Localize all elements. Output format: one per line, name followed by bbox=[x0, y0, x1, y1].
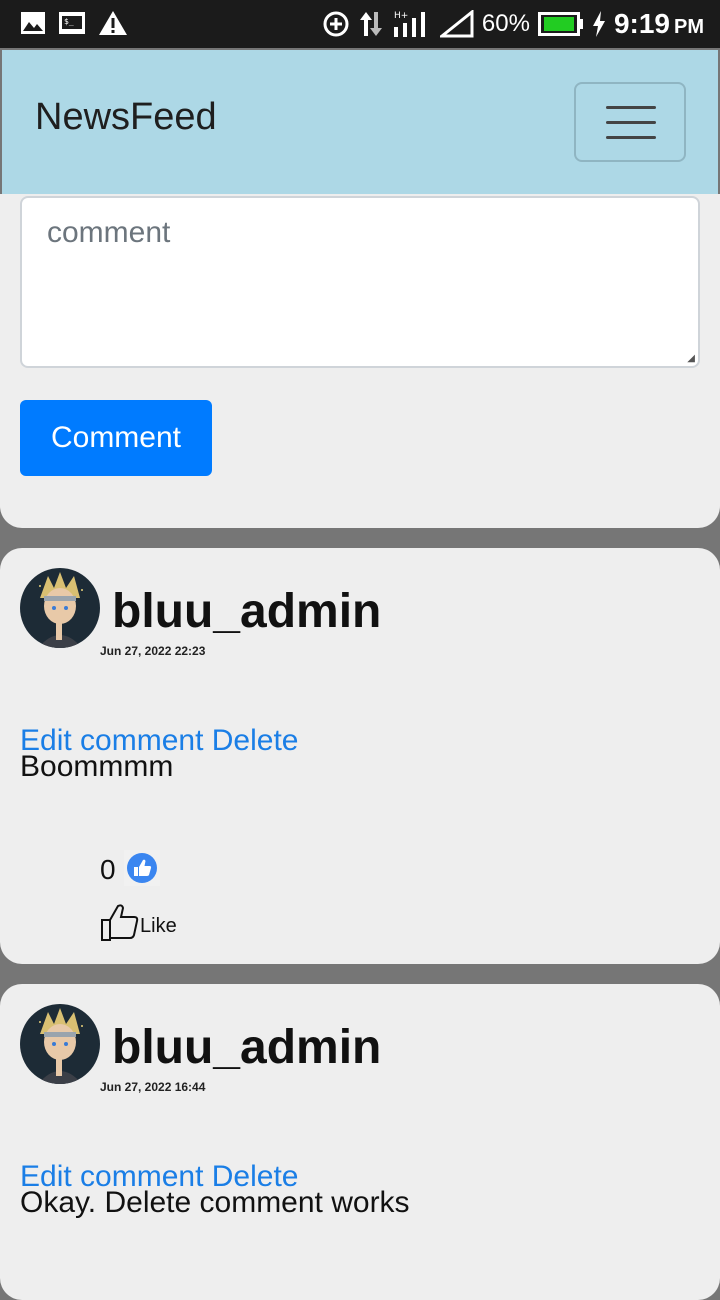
navbar-brand[interactable]: NewsFeed bbox=[35, 96, 217, 139]
like-button[interactable]: Like bbox=[100, 902, 177, 942]
status-bar: $_ H+ 60% 9:19 PM bbox=[0, 0, 720, 48]
comment-card: bluu_admin Jun 27, 2022 16:44 Edit comme… bbox=[0, 984, 720, 1300]
status-right: H+ 60% 9:19 PM bbox=[322, 0, 704, 48]
svg-text:H+: H+ bbox=[394, 11, 408, 21]
signal-bars-icon: H+ bbox=[393, 11, 425, 37]
clock: 9:19 PM bbox=[614, 8, 704, 40]
comment-textarea[interactable]: comment ◢ bbox=[20, 196, 700, 368]
thumbs-up-outline-icon bbox=[101, 904, 139, 941]
delete-comment-link[interactable]: Delete bbox=[212, 724, 299, 757]
signal-triangle-icon bbox=[439, 10, 474, 38]
charging-bolt-icon bbox=[592, 11, 605, 37]
like-label: Like bbox=[140, 915, 177, 937]
battery-percent: 60% bbox=[481, 10, 530, 37]
resize-grip-icon[interactable]: ◢ bbox=[687, 353, 695, 364]
svg-text:$_: $_ bbox=[64, 17, 74, 26]
avatar[interactable] bbox=[20, 1004, 100, 1084]
data-saver-icon bbox=[323, 11, 349, 37]
comment-date: Jun 27, 2022 16:44 bbox=[100, 1080, 206, 1094]
clock-time: 9:19 bbox=[613, 8, 670, 39]
comment-username[interactable]: bluu_admin bbox=[112, 584, 381, 639]
navbar: NewsFeed bbox=[2, 50, 718, 194]
clock-ampm: PM bbox=[674, 16, 704, 38]
terminal-icon: $_ bbox=[59, 12, 85, 34]
warning-icon bbox=[99, 11, 127, 35]
comment-placeholder: comment bbox=[47, 216, 171, 249]
comment-text: Boommmm bbox=[20, 750, 174, 783]
comment-submit-button[interactable]: Comment bbox=[20, 400, 212, 476]
data-transfer-icon bbox=[359, 12, 382, 36]
avatar[interactable] bbox=[20, 568, 100, 648]
comment-form-card: comment ◢ Comment bbox=[0, 194, 720, 528]
comment-username[interactable]: bluu_admin bbox=[112, 1020, 381, 1075]
comment-card: bluu_admin Jun 27, 2022 22:23 Edit comme… bbox=[0, 548, 720, 964]
image-icon bbox=[21, 12, 45, 34]
comment-text: Okay. Delete comment works bbox=[20, 1186, 410, 1219]
navbar-toggler-button[interactable] bbox=[574, 82, 686, 162]
like-count: 0 bbox=[100, 854, 116, 885]
thumbs-up-badge-icon bbox=[124, 850, 160, 886]
status-left-icons: $_ bbox=[20, 10, 128, 36]
battery-icon bbox=[537, 12, 583, 36]
comment-date: Jun 27, 2022 22:23 bbox=[100, 644, 206, 658]
